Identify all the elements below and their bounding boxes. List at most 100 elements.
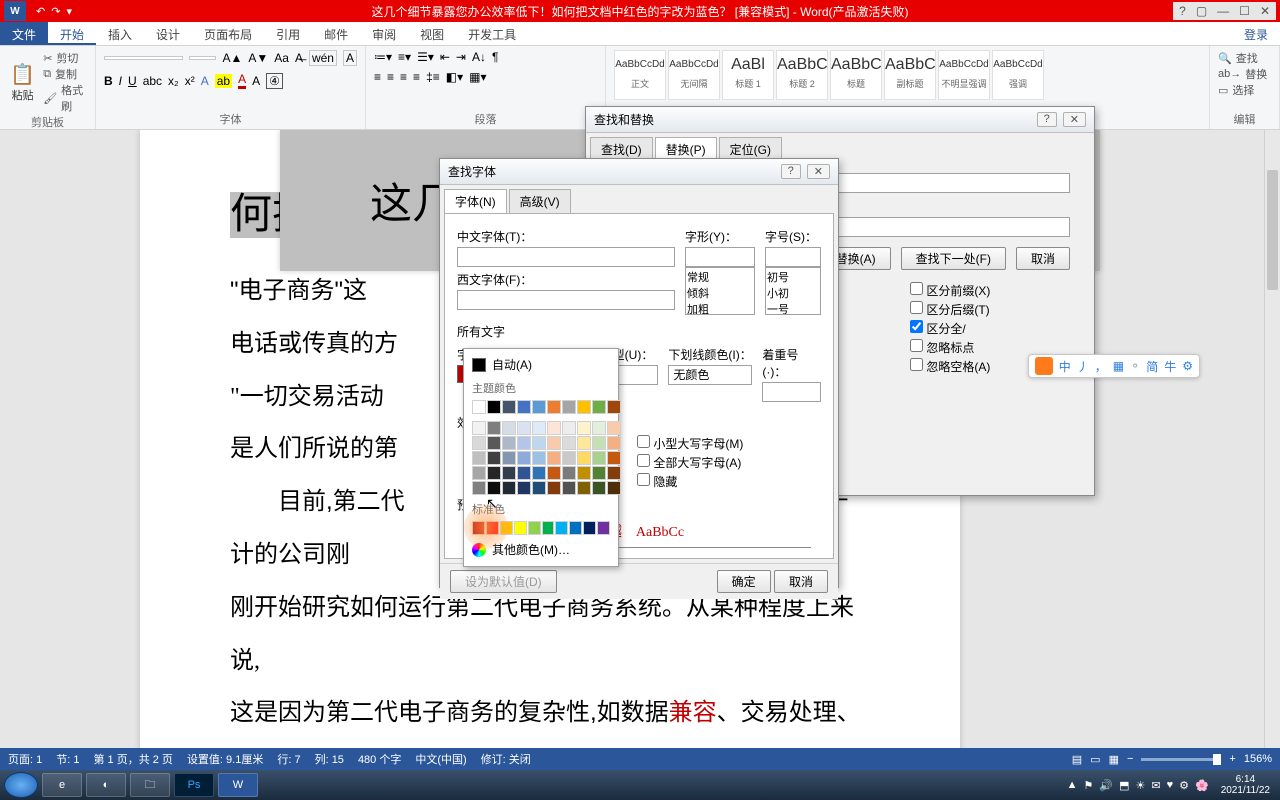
shrink-font-icon[interactable]: A▼	[248, 51, 268, 65]
color-swatch[interactable]	[547, 400, 561, 414]
status-words[interactable]: 480 个字	[358, 751, 401, 767]
select-button[interactable]: ▭ 选择	[1218, 82, 1271, 98]
ime-item[interactable]: ，	[1095, 358, 1107, 375]
char-border-icon[interactable]: ④	[266, 73, 283, 89]
replace-button[interactable]: ab→ 替换	[1218, 66, 1271, 82]
color-swatch[interactable]	[500, 521, 513, 535]
tray-icon[interactable]: ☀	[1135, 779, 1145, 792]
underline-button[interactable]: U	[128, 74, 137, 88]
color-swatch[interactable]	[487, 436, 501, 450]
ime-item[interactable]: 简	[1146, 358, 1158, 375]
opt-prefix[interactable]: 区分前缀(X)	[910, 282, 1070, 299]
color-swatch[interactable]	[532, 436, 546, 450]
color-swatch[interactable]	[532, 451, 546, 465]
color-swatch[interactable]	[577, 481, 591, 495]
color-swatch[interactable]	[577, 451, 591, 465]
tray-icon[interactable]: ✉	[1151, 779, 1160, 792]
color-swatch[interactable]	[562, 451, 576, 465]
color-swatch[interactable]	[577, 436, 591, 450]
find-button[interactable]: 🔍 查找	[1218, 50, 1271, 66]
style-item[interactable]: AaBl标题 1	[722, 50, 774, 100]
font-size-input[interactable]	[765, 247, 821, 267]
status-pages[interactable]: 第 1 页，共 2 页	[93, 751, 172, 767]
color-swatch[interactable]	[547, 466, 561, 480]
style-item[interactable]: AaBbC标题	[830, 50, 882, 100]
phonetic-guide-icon[interactable]: wén	[309, 50, 337, 66]
qat-redo-icon[interactable]: ↷	[51, 5, 60, 18]
color-swatch[interactable]	[502, 421, 516, 435]
color-swatch[interactable]	[592, 481, 606, 495]
color-swatch[interactable]	[562, 400, 576, 414]
char-shading-icon[interactable]: A	[252, 74, 260, 88]
strike-button[interactable]: abc	[143, 74, 162, 88]
paste-button[interactable]: 📋粘贴	[8, 62, 37, 103]
align-left-icon[interactable]: ≡	[374, 70, 381, 84]
color-auto[interactable]: 自动(A)	[468, 353, 614, 376]
color-swatch[interactable]	[542, 521, 555, 535]
cn-font-combo[interactable]	[457, 247, 675, 267]
status-lang[interactable]: 中文(中国)	[415, 751, 466, 767]
login-link[interactable]: 登录	[1232, 22, 1280, 45]
fr-cancel-button[interactable]: 取消	[1016, 247, 1070, 270]
color-swatch[interactable]	[592, 451, 606, 465]
font-ok-button[interactable]: 确定	[717, 570, 771, 593]
color-swatch[interactable]	[472, 400, 486, 414]
color-swatch[interactable]	[607, 481, 621, 495]
align-justify-icon[interactable]: ≡	[413, 70, 420, 84]
color-swatch[interactable]	[514, 521, 527, 535]
color-swatch[interactable]	[562, 481, 576, 495]
start-button[interactable]	[4, 772, 38, 798]
help-icon[interactable]: ?	[1179, 4, 1186, 18]
color-swatch[interactable]	[547, 421, 561, 435]
color-swatch[interactable]	[487, 421, 501, 435]
shading-icon[interactable]: ◧▾	[446, 70, 463, 84]
color-swatch[interactable]	[502, 436, 516, 450]
subscript-button[interactable]: x₂	[168, 74, 179, 88]
ime-item[interactable]: ⚬	[1130, 359, 1140, 373]
color-swatch[interactable]	[532, 400, 546, 414]
emphasis-combo[interactable]	[762, 382, 821, 402]
status-page[interactable]: 页面: 1	[8, 751, 42, 767]
color-swatch[interactable]	[502, 466, 516, 480]
color-swatch[interactable]	[577, 421, 591, 435]
superscript-button[interactable]: x²	[185, 74, 195, 88]
taskbar-ie[interactable]: e	[42, 773, 82, 797]
color-swatch[interactable]	[607, 466, 621, 480]
opt-suffix[interactable]: 区分后缀(T)	[910, 301, 1070, 318]
tray-icon[interactable]: ⚑	[1084, 779, 1094, 792]
tab-references[interactable]: 引用	[264, 22, 312, 45]
ime-item[interactable]: 丿	[1077, 358, 1089, 375]
copy-button[interactable]: ⧉ 复制	[43, 66, 87, 82]
show-marks-icon[interactable]: ¶	[492, 50, 498, 64]
find-next-button[interactable]: 查找下一处(F)	[901, 247, 1006, 270]
status-col[interactable]: 列: 15	[315, 751, 344, 767]
status-section[interactable]: 节: 1	[56, 751, 79, 767]
ime-item[interactable]: 牛	[1164, 358, 1176, 375]
font-color-icon[interactable]: A	[238, 72, 246, 89]
color-swatch[interactable]	[502, 451, 516, 465]
color-swatch[interactable]	[592, 421, 606, 435]
color-swatch[interactable]	[487, 400, 501, 414]
taskbar-clock[interactable]: 6:142021/11/22	[1215, 774, 1276, 796]
color-swatch[interactable]	[517, 400, 531, 414]
color-swatch[interactable]	[472, 436, 486, 450]
font-style-input[interactable]	[685, 247, 755, 267]
change-case-icon[interactable]: Aa	[274, 51, 289, 65]
ime-item[interactable]: 中	[1059, 358, 1071, 375]
tab-file[interactable]: 文件	[0, 22, 48, 45]
color-swatch[interactable]	[517, 466, 531, 480]
chk-allcaps[interactable]: 全部大写字母(A)	[637, 454, 797, 471]
zoom-out-icon[interactable]: −	[1127, 753, 1133, 765]
align-right-icon[interactable]: ≡	[400, 70, 407, 84]
color-more[interactable]: 其他颜色(M)…	[468, 537, 614, 562]
style-item[interactable]: AaBbCcDd强调	[992, 50, 1044, 100]
zoom-value[interactable]: 156%	[1244, 753, 1272, 765]
qat-more-icon[interactable]: ▾	[66, 5, 72, 18]
color-swatch[interactable]	[547, 451, 561, 465]
color-swatch[interactable]	[487, 466, 501, 480]
color-swatch[interactable]	[592, 466, 606, 480]
color-swatch[interactable]	[547, 436, 561, 450]
numbering-icon[interactable]: ≡▾	[398, 50, 411, 64]
font-family-combo[interactable]	[104, 56, 183, 60]
color-swatch[interactable]	[607, 436, 621, 450]
